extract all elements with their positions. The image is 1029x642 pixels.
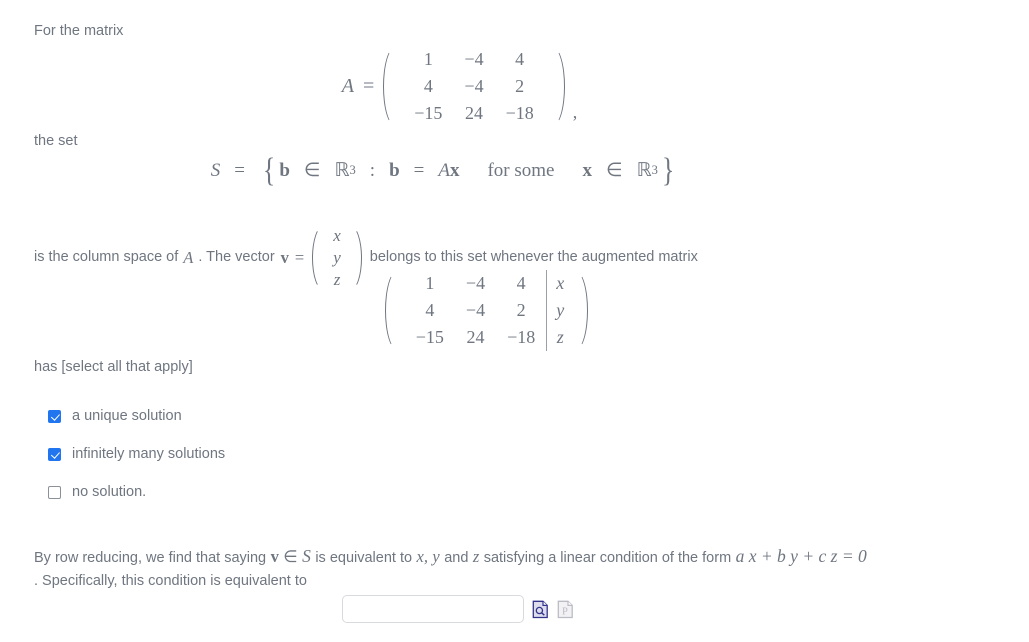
condition-lhs: b — [389, 159, 400, 181]
options-list: a unique solution infinitely many soluti… — [48, 404, 225, 518]
option-infinitely-many-solutions[interactable]: infinitely many solutions — [48, 442, 225, 466]
matrix-row: 1 −4 4 — [403, 46, 544, 73]
vector-name: v — [280, 248, 289, 267]
element-of-icon: ∈ — [283, 547, 298, 566]
preview-page-icon[interactable] — [532, 600, 549, 619]
open-brace: { — [263, 152, 276, 189]
matrix-cell: −4 — [464, 76, 484, 96]
matrix-cell: −4 — [465, 273, 486, 293]
quantifier-element-of-icon: ∈ — [606, 160, 623, 182]
augmented-matrix-display: 1 −4 4 x 4 −4 2 y −15 24 −18 z — [0, 270, 1029, 351]
closing-text-part3: and — [444, 550, 469, 566]
svg-text:P: P — [562, 606, 568, 617]
matrix-cell: 24 — [465, 103, 483, 123]
select-all-instruction: has [select all that apply] — [34, 359, 193, 375]
intro-text: For the matrix — [34, 23, 124, 39]
option-label: infinitely many solutions — [72, 446, 226, 462]
element-of-icon: ∈ — [303, 160, 321, 182]
option-no-solution[interactable]: no solution. — [48, 480, 225, 504]
matrix-a-equals: = — [362, 75, 375, 97]
left-paren — [383, 46, 397, 127]
left-paren — [384, 270, 399, 351]
answer-row: P — [342, 595, 574, 623]
matrix-cell: 1 — [423, 49, 433, 69]
vector-line-text-before: is the column space of — [34, 249, 179, 266]
colon-separator: : — [369, 159, 376, 181]
closing-vector-symbol: v — [270, 547, 279, 566]
closing-text-part5: . Specifically, this condition is equiva… — [34, 573, 307, 590]
matrix-cell: −18 — [507, 327, 536, 347]
matrix-cell: 1 — [425, 273, 435, 293]
matrix-cell: −15 — [414, 103, 443, 123]
real-space-dimension: 3 — [349, 163, 356, 178]
real-space-symbol: ℝ — [334, 160, 350, 182]
close-brace: } — [661, 152, 675, 189]
matrix-a-label: A — [341, 75, 354, 97]
closing-var-y: y — [432, 547, 440, 566]
the-set-text: the set — [34, 133, 78, 149]
matrix-row: 4 −4 2 y — [405, 297, 569, 324]
matrix-cell: 2 — [516, 300, 526, 320]
matrix-row: 1 −4 4 x — [405, 270, 569, 297]
vector-equals: = — [294, 248, 305, 267]
option-label: a unique solution — [72, 408, 182, 424]
checkbox-infinitely-many-solutions[interactable] — [48, 447, 61, 461]
closing-var-z: z — [472, 547, 480, 566]
set-element: b — [279, 159, 290, 181]
matrix-a-display: A = 1 −4 4 4 −4 2 −15 24 −18 , — [0, 46, 1029, 127]
matrix-cell: 4 — [423, 76, 433, 96]
matrix-cell: 4 — [425, 300, 435, 320]
matrix-row: 4 −4 2 — [403, 73, 544, 100]
right-paren — [551, 46, 565, 127]
vector-line-text-middle: . The vector — [198, 249, 275, 266]
matrix-cell: −18 — [505, 103, 534, 123]
matrix-a-trailing-comma: , — [572, 102, 578, 122]
format-page-icon: P — [557, 600, 573, 618]
answer-input[interactable] — [342, 595, 524, 623]
option-unique-solution[interactable]: a unique solution — [48, 404, 225, 428]
matrix-cell: −4 — [464, 49, 484, 69]
set-name: S — [210, 159, 221, 181]
matrix-a-table: 1 −4 4 4 −4 2 −15 24 −18 — [403, 46, 544, 127]
right-paren — [574, 270, 589, 351]
matrix-cell: 4 — [515, 49, 525, 69]
quantifier-variable: x — [582, 159, 593, 181]
set-definition-display: S = { b ∈ ℝ3 : b = Ax for some x ∈ ℝ3} — [0, 152, 1029, 189]
matrix-cell: −15 — [415, 327, 444, 347]
condition-vector: x — [449, 159, 460, 181]
linear-condition-equation: a x + b y + c z = 0 — [735, 546, 867, 566]
checkbox-unique-solution[interactable] — [48, 409, 61, 423]
quantifier-real-space-symbol: ℝ — [636, 160, 652, 182]
closing-text-part1: By row reducing, we find that saying — [34, 550, 267, 566]
matrix-row: −15 24 −18 — [403, 100, 544, 127]
closing-text-part2: is equivalent to — [315, 550, 413, 566]
closing-paragraph: By row reducing, we find that saying v ∈… — [34, 546, 874, 594]
quantifier-dimension: 3 — [651, 163, 658, 178]
closing-var-x: x, — [416, 547, 428, 566]
vector-line-matrix-name: A — [183, 248, 194, 267]
matrix-cell: 24 — [466, 327, 485, 347]
option-label: no solution. — [72, 484, 147, 500]
matrix-cell: −4 — [465, 300, 486, 320]
matrix-cell: 4 — [516, 273, 526, 293]
quantifier-text: for some — [487, 159, 555, 181]
matrix-row: −15 24 −18 z — [405, 324, 569, 351]
condition-matrix: A — [438, 159, 450, 181]
closing-set-symbol: S — [302, 546, 311, 566]
closing-text-part4: satisfying a linear condition of the for… — [483, 550, 732, 566]
matrix-cell: 2 — [515, 76, 525, 96]
augmented-matrix-table: 1 −4 4 x 4 −4 2 y −15 24 −18 z — [405, 270, 569, 351]
vector-line-text-after: belongs to this set whenever the augment… — [369, 249, 698, 266]
problem-page: For the matrix A = 1 −4 4 4 −4 2 −15 24 … — [0, 0, 1029, 642]
checkbox-no-solution[interactable] — [48, 485, 61, 499]
condition-equals: = — [413, 159, 425, 181]
set-equals: = — [234, 159, 245, 181]
